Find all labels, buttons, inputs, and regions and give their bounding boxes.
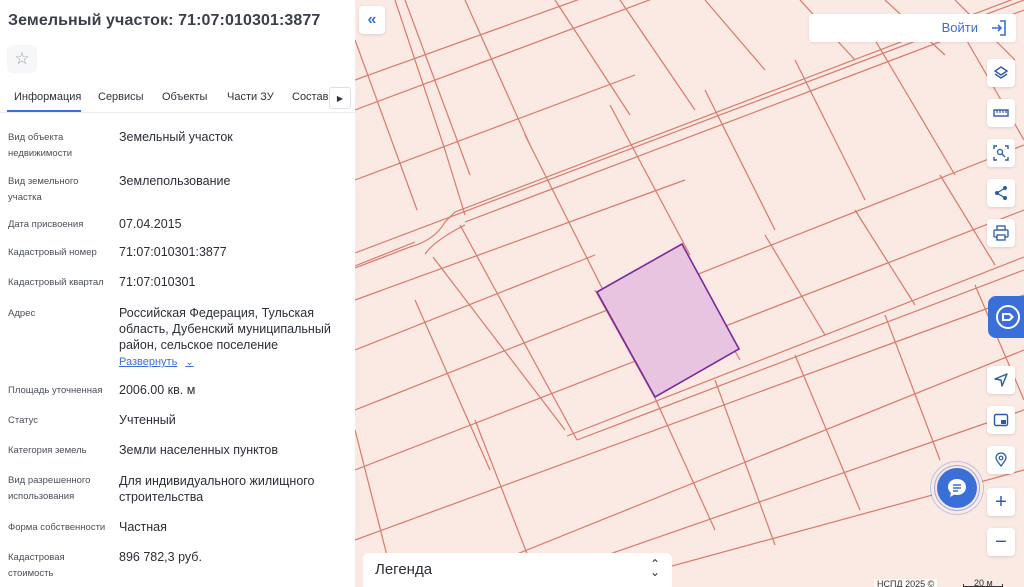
minimap-button[interactable]	[987, 406, 1015, 434]
property-value: Частная	[119, 520, 167, 534]
double-chevron-left-icon: «	[367, 11, 377, 28]
property-label: Вид объекта недвижимости	[8, 132, 73, 159]
measure-button[interactable]	[987, 99, 1015, 127]
login-button[interactable]: Войти	[809, 14, 1016, 42]
select-area-button[interactable]	[987, 139, 1015, 167]
plus-icon: +	[995, 491, 1007, 513]
property-value: Земельный участок	[119, 130, 233, 144]
legend-panel[interactable]: Легенда ⌃ ⌄	[363, 553, 672, 587]
minimap-icon	[993, 413, 1009, 427]
zoom-out-button[interactable]: −	[987, 528, 1015, 556]
property-label: Дата присвоения	[8, 219, 84, 230]
print-button[interactable]	[987, 219, 1015, 247]
geo-search-icon	[995, 452, 1007, 468]
expand-address-link[interactable]: Развернуть ⌄	[119, 356, 194, 368]
chat-button[interactable]	[937, 468, 977, 508]
page-title: Земельный участок: 71:07:010301:3877	[8, 12, 321, 29]
tabs-scroll-right-button[interactable]: ▶	[329, 87, 351, 109]
property-value: Учтенный	[119, 413, 176, 427]
tab-objects[interactable]: Объекты	[162, 91, 207, 103]
tab-parts[interactable]: Части ЗУ	[227, 91, 274, 103]
chevron-right-icon: ▶	[336, 93, 344, 103]
property-label: Категория земель	[8, 445, 87, 456]
property-label: Вид разрешенного использования	[8, 475, 91, 502]
share-button[interactable]	[987, 179, 1015, 207]
gosuslugi-button[interactable]	[988, 296, 1024, 338]
zoom-in-button[interactable]: +	[987, 488, 1015, 516]
expand-label: Развернуть	[119, 356, 178, 368]
gosuslugi-icon	[996, 305, 1020, 329]
property-label: Статус	[8, 415, 39, 426]
tab-bar: Информация Сервисы Объекты Части ЗУ Сост…	[0, 86, 355, 112]
select-area-icon	[993, 145, 1009, 161]
property-value: Для индивидуального жилищного строительс…	[119, 474, 315, 504]
login-label: Войти	[941, 20, 978, 35]
share-icon	[995, 186, 1007, 200]
navigation-arrow-icon	[994, 373, 1008, 387]
property-label: Кадастровый номер	[8, 247, 97, 258]
property-value-address: Российская Федерация, Тульская область, …	[119, 306, 331, 352]
map-attribution: НСПД 2025 ©	[874, 579, 938, 587]
property-value: Земли населенных пунктов	[119, 443, 278, 457]
property-label: Площадь уточненная	[8, 385, 103, 396]
expand-collapse-icon: ⌃ ⌄	[649, 557, 660, 579]
tab-information[interactable]: Информация	[14, 91, 81, 103]
ruler-icon	[993, 109, 1009, 117]
login-icon	[992, 20, 1006, 36]
property-label: Форма собственности	[8, 522, 106, 533]
layers-icon	[993, 66, 1009, 79]
property-label: Кадастровая стоимость	[8, 552, 65, 579]
printer-icon	[993, 225, 1009, 241]
property-label: Кадастровый квартал	[8, 277, 104, 288]
locate-button[interactable]	[987, 366, 1015, 394]
property-value: 896 782,3 руб.	[119, 550, 202, 564]
property-value: 71:07:010301:3877	[119, 245, 227, 259]
chat-icon	[948, 479, 966, 497]
chevron-down-icon: ⌄	[185, 356, 194, 368]
property-label: Вид земельного участка	[8, 176, 79, 203]
cadastral-map[interactable]: « Войти + − Легенда ⌃ ⌄ НСПД 2025 © 20 м	[355, 0, 1024, 587]
tab-services[interactable]: Сервисы	[98, 91, 144, 103]
geo-search-button[interactable]	[987, 446, 1015, 474]
property-label: Адрес	[8, 308, 36, 319]
property-value: 71:07:010301	[119, 275, 196, 289]
star-icon: ☆	[14, 49, 30, 68]
collapse-panel-button[interactable]: «	[359, 6, 385, 34]
property-value: 07.04.2015	[119, 217, 182, 231]
info-panel: Земельный участок: 71:07:010301:3877 ☆ И…	[0, 0, 355, 587]
property-value: 2006.00 кв. м	[119, 383, 196, 397]
legend-label: Легенда	[375, 561, 433, 578]
chat-widget	[924, 461, 986, 515]
favorite-button[interactable]: ☆	[7, 45, 37, 73]
property-value: Землепользование	[119, 174, 231, 188]
layers-button[interactable]	[987, 59, 1015, 87]
minus-icon: −	[995, 531, 1007, 553]
divider	[0, 112, 355, 113]
tab-composition[interactable]: Состав	[292, 91, 328, 103]
